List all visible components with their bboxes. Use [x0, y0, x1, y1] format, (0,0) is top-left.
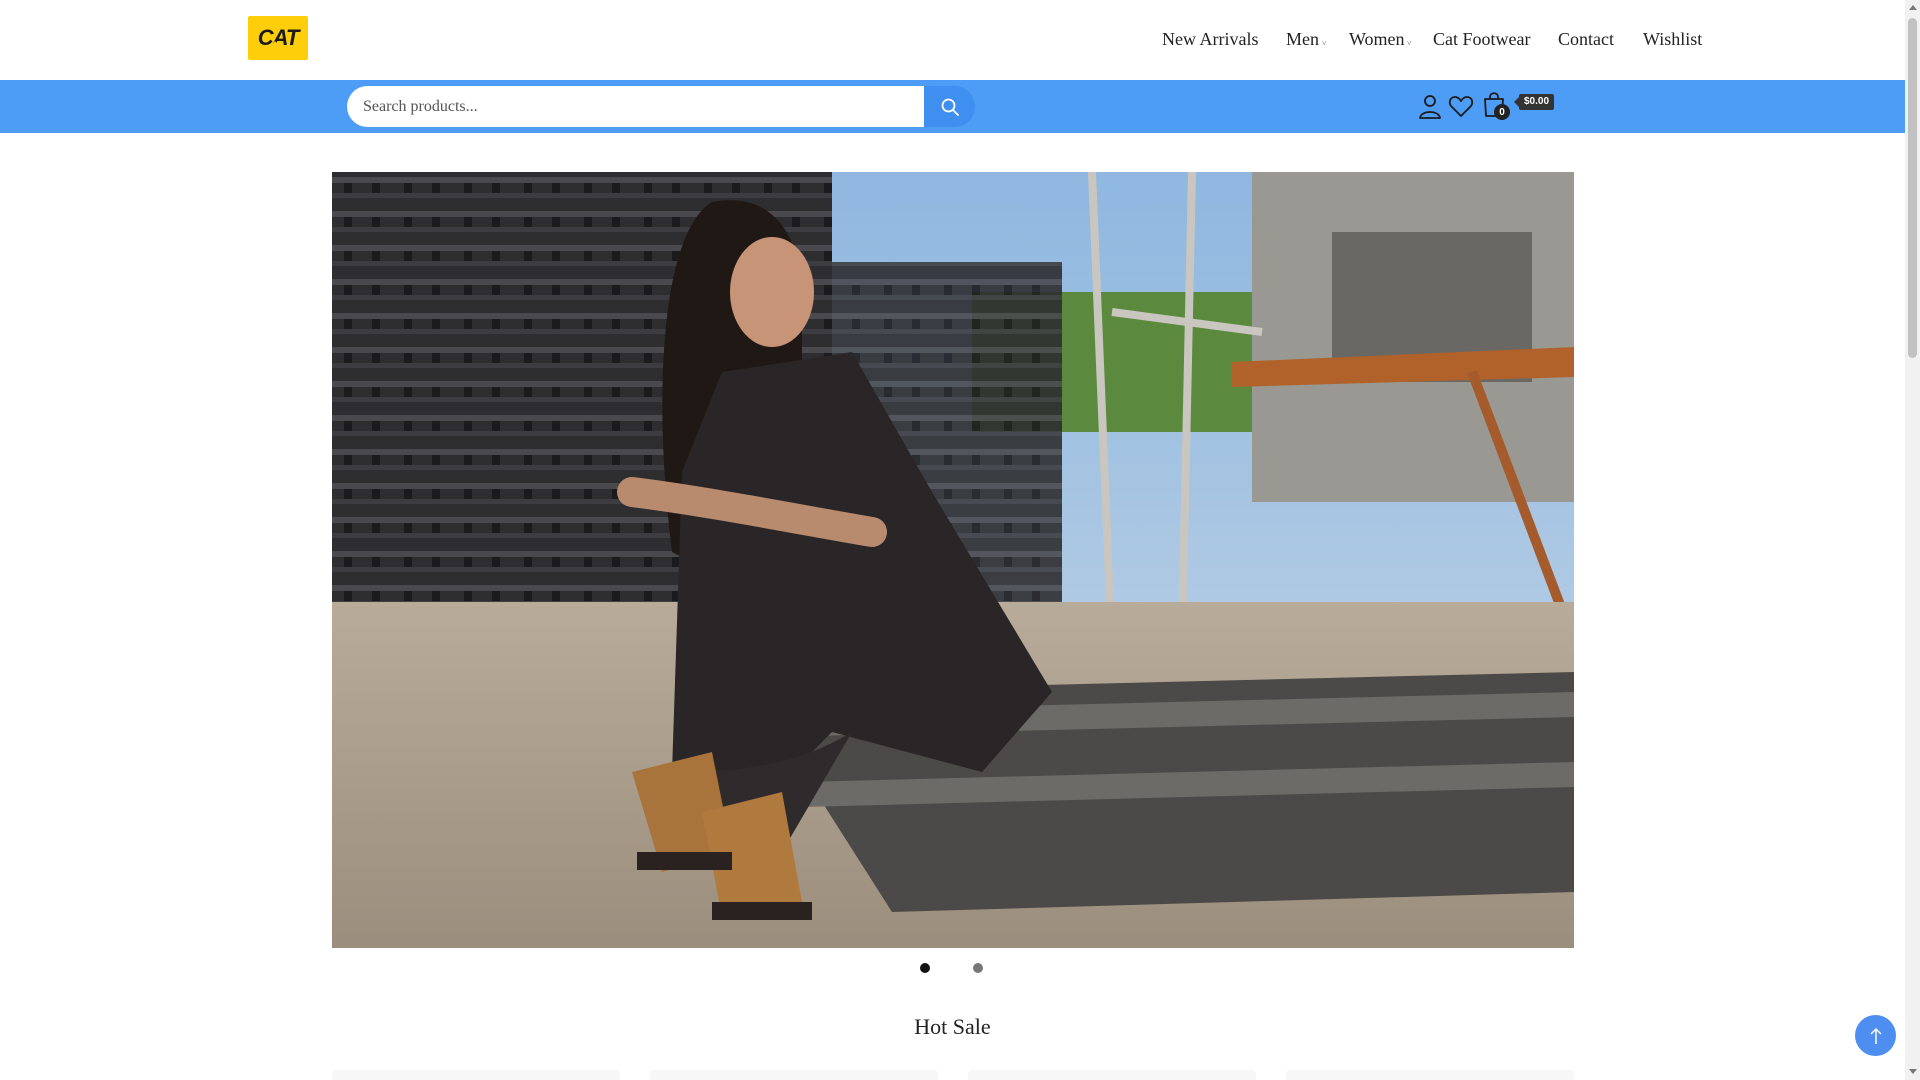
- nav-cat-footwear[interactable]: Cat Footwear: [1433, 29, 1530, 50]
- arrow-up-icon: [1869, 1027, 1882, 1044]
- search-icon: [941, 98, 959, 116]
- site-header: CAT New Arrivals Men ˅ Women ˅ Cat Footw…: [0, 0, 1905, 80]
- heart-icon[interactable]: [1447, 92, 1475, 120]
- search-input[interactable]: [347, 86, 925, 127]
- hero-photo: [332, 172, 1574, 948]
- scroll-down-arrow-icon[interactable]: [1909, 1069, 1917, 1074]
- product-card[interactable]: [968, 1070, 1256, 1080]
- hero-banner-image[interactable]: [332, 172, 1574, 948]
- product-card[interactable]: [650, 1070, 938, 1080]
- cat-logo[interactable]: CAT: [248, 16, 308, 60]
- page-scrollbar[interactable]: [1905, 0, 1920, 1080]
- women-chevron-down-icon: ˅: [1407, 39, 1412, 48]
- product-card[interactable]: [332, 1070, 620, 1080]
- nav-wishlist[interactable]: Wishlist: [1643, 29, 1702, 50]
- carousel-pagination: [920, 963, 983, 973]
- scrollbar-thumb[interactable]: [1908, 18, 1917, 358]
- hot-sale-heading: Hot Sale: [914, 1014, 991, 1039]
- cart-total: $0.00: [1513, 94, 1555, 110]
- nav-new-arrivals[interactable]: New Arrivals: [1162, 29, 1258, 50]
- men-chevron-down-icon: ˅: [1322, 39, 1327, 48]
- search-bar: [0, 80, 1905, 133]
- carousel-dot-2[interactable]: [973, 963, 983, 973]
- nav-women[interactable]: Women: [1349, 29, 1405, 50]
- back-to-top-button[interactable]: [1855, 1015, 1896, 1056]
- nav-contact[interactable]: Contact: [1558, 29, 1614, 50]
- nav-men[interactable]: Men: [1286, 29, 1319, 50]
- cart-count-badge: 0: [1494, 104, 1510, 120]
- scroll-up-arrow-icon[interactable]: [1909, 5, 1917, 10]
- search-button[interactable]: [924, 86, 975, 127]
- logo-triangle: [268, 41, 282, 50]
- product-cards-row: [332, 1070, 1574, 1080]
- user-icon[interactable]: [1416, 92, 1444, 120]
- carousel-dot-1[interactable]: [920, 963, 930, 973]
- product-card[interactable]: [1286, 1070, 1574, 1080]
